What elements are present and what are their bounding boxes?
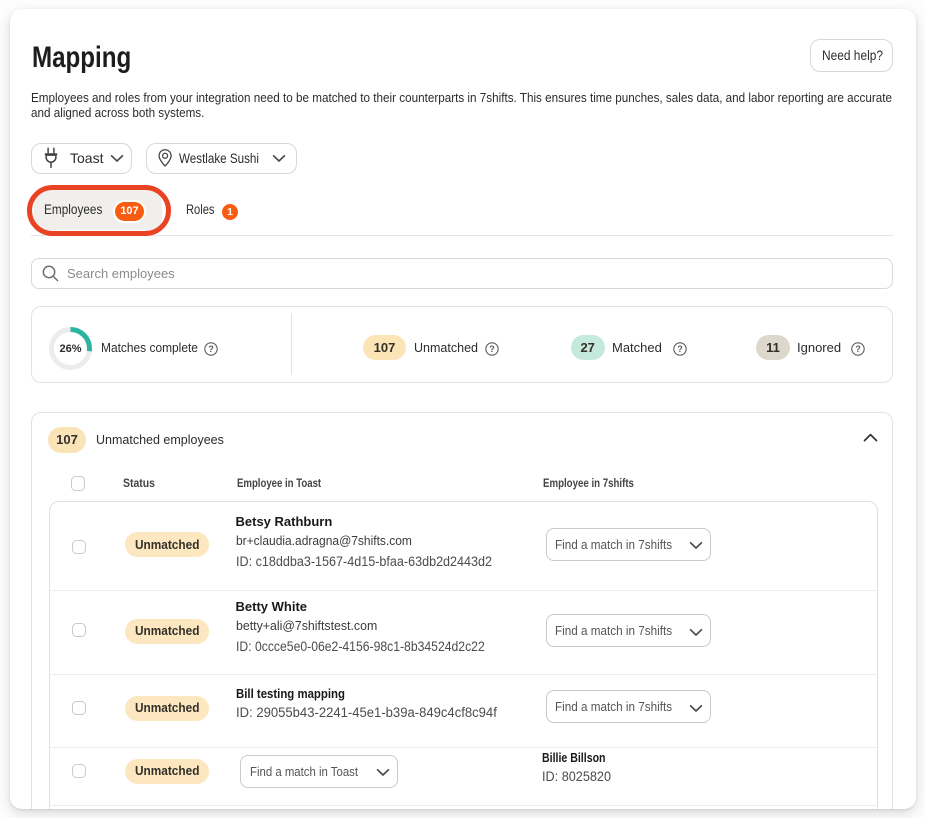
svg-text:?: ? [489,344,495,354]
svg-text:?: ? [855,344,861,354]
svg-text:?: ? [677,344,683,354]
svg-text:?: ? [209,344,215,354]
